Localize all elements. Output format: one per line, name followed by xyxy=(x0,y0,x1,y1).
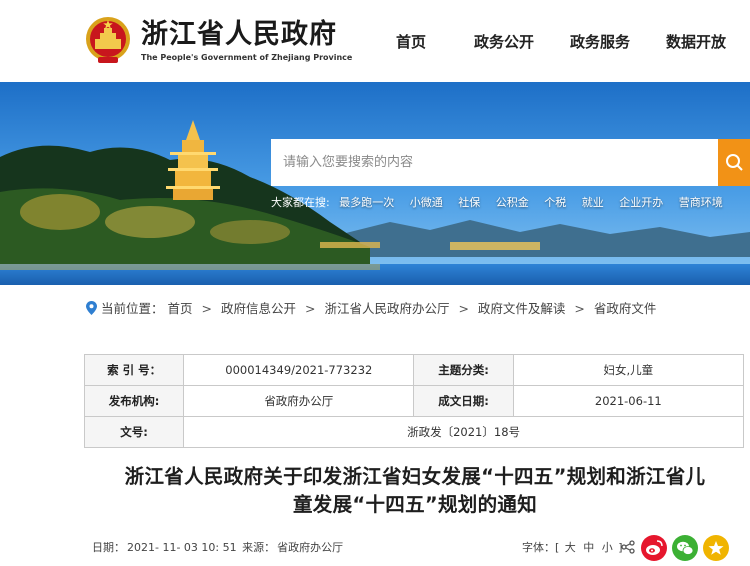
national-emblem-logo[interactable] xyxy=(84,15,132,65)
weibo-icon xyxy=(646,540,663,555)
hot-search-item[interactable]: 企业开办 xyxy=(619,194,663,210)
star-icon xyxy=(708,541,724,555)
breadcrumb-prefix: 当前位置： xyxy=(101,301,164,316)
font-bracket-open: [ xyxy=(555,541,560,554)
wechat-share-button[interactable] xyxy=(672,535,698,561)
font-large-button[interactable]: 大 xyxy=(565,541,576,554)
breadcrumb: 当前位置： 首页 > 政府信息公开 > 浙江省人民政府办公厅 > 政府文件及解读… xyxy=(86,300,656,318)
topic-label: 主题分类: xyxy=(413,354,514,386)
nav-home[interactable]: 首页 xyxy=(396,33,426,51)
publish-date-value: 2021- 11- 03 10: 51 xyxy=(127,541,237,554)
table-row: 索 引 号： 000014349/2021-773232 主题分类: 妇女,儿童 xyxy=(83,354,745,386)
document-title-line: 浙江省人民政府关于印发浙江省妇女发展“十四五”规划和浙江省儿 xyxy=(124,465,706,488)
hot-search-item[interactable]: 营商环境 xyxy=(679,194,723,210)
document-number-value: 浙政发〔2021〕18号 xyxy=(183,416,744,448)
font-size-control: 字体：[ 大 中 小 ] xyxy=(522,541,623,555)
breadcrumb-gov-documents[interactable]: 政府文件及解读 xyxy=(478,301,566,316)
nav-government-affairs-open[interactable]: 政务公开 xyxy=(474,33,534,51)
location-pin-icon xyxy=(86,301,97,315)
font-size-label: 字体： xyxy=(522,541,555,554)
written-date-label: 成文日期: xyxy=(413,385,514,417)
search-icon xyxy=(726,154,743,171)
font-small-button[interactable]: 小 xyxy=(602,541,613,554)
hot-search-item[interactable]: 社保 xyxy=(458,194,480,210)
search-button[interactable] xyxy=(718,139,750,186)
table-row: 发布机构: 省政府办公厅 成文日期: 2021-06-11 xyxy=(83,385,745,417)
breadcrumb-separator: > xyxy=(201,301,212,316)
source-value: 省政府办公厅 xyxy=(277,541,344,554)
publisher-value: 省政府办公厅 xyxy=(183,385,415,417)
document-meta: 日期： 2021- 11- 03 10: 51 来源： 省政府办公厅 xyxy=(92,541,345,555)
breadcrumb-separator: > xyxy=(304,301,316,316)
document-title: 浙江省人民政府关于印发浙江省妇女发展“十四五”规划和浙江省儿 童发展“十四五”规… xyxy=(80,463,750,519)
hot-search-item[interactable]: 最多跑一次 xyxy=(339,194,394,210)
index-number-label: 索 引 号： xyxy=(83,354,185,386)
breadcrumb-provincial-docs[interactable]: 省政府文件 xyxy=(594,301,657,316)
publish-date-label: 日期： xyxy=(92,541,125,554)
document-title-line: 童发展“十四五”规划的通知 xyxy=(292,493,538,516)
hot-search-label: 大家都在搜: xyxy=(271,196,330,209)
nav-open-data[interactable]: 数据开放 xyxy=(666,33,726,51)
topic-value: 妇女,儿童 xyxy=(512,354,745,386)
document-info-table: 索 引 号： 000014349/2021-773232 主题分类: 妇女,儿童… xyxy=(83,354,745,448)
weibo-share-button[interactable] xyxy=(641,535,667,561)
site-header: 浙江省人民政府 The People's Government of Zheji… xyxy=(0,0,750,82)
breadcrumb-home[interactable]: 首页 xyxy=(168,301,193,316)
written-date-value: 2021-06-11 xyxy=(512,385,745,417)
source-label: 来源： xyxy=(242,541,276,554)
wechat-icon xyxy=(677,541,694,555)
hot-search-bar: 大家都在搜: 最多跑一次 小微通 社保 公积金 个税 就业 企业开办 营商环境 xyxy=(271,194,735,212)
hot-search-item[interactable]: 小微通 xyxy=(410,194,443,210)
search-input[interactable] xyxy=(271,139,718,186)
breadcrumb-general-office[interactable]: 浙江省人民政府办公厅 xyxy=(324,301,449,316)
breadcrumb-gov-info[interactable]: 政府信息公开 xyxy=(221,301,296,316)
search-box xyxy=(271,139,718,186)
table-row: 文号: 浙政发〔2021〕18号 xyxy=(83,416,744,448)
publisher-label: 发布机构: xyxy=(83,385,185,417)
index-number-value: 000014349/2021-773232 xyxy=(183,354,415,386)
font-medium-button[interactable]: 中 xyxy=(583,541,594,554)
document-number-label: 文号: xyxy=(83,416,185,448)
share-icon[interactable] xyxy=(621,540,635,554)
breadcrumb-separator: > xyxy=(458,301,469,316)
hot-search-item[interactable]: 就业 xyxy=(582,194,604,210)
favorite-button[interactable] xyxy=(703,535,729,561)
site-subtitle: The People's Government of Zhejiang Prov… xyxy=(141,53,353,62)
site-title[interactable]: 浙江省人民政府 xyxy=(141,20,337,50)
breadcrumb-separator: > xyxy=(574,301,585,316)
hero-banner: 大家都在搜: 最多跑一次 小微通 社保 公积金 个税 就业 企业开办 营商环境 xyxy=(0,82,750,285)
hot-search-item[interactable]: 公积金 xyxy=(496,194,529,210)
hot-search-item[interactable]: 个税 xyxy=(544,194,566,210)
nav-government-services[interactable]: 政务服务 xyxy=(570,33,630,51)
